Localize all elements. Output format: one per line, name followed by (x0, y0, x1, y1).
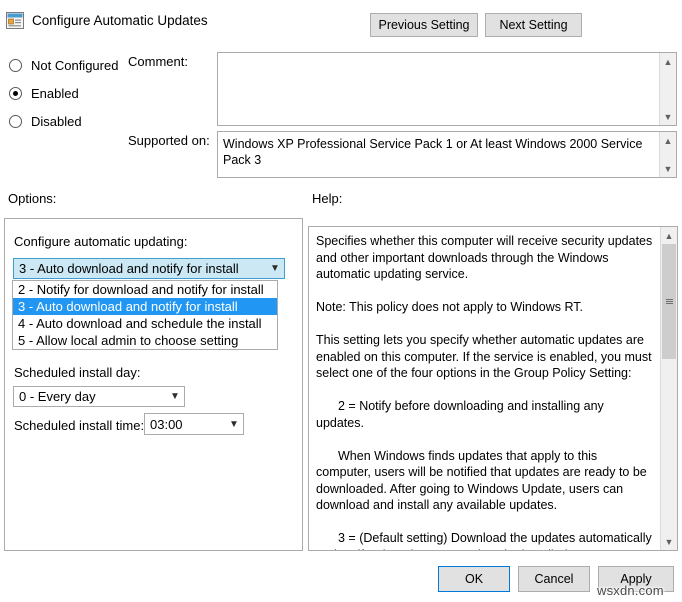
configure-updating-combobox[interactable]: 3 - Auto download and notify for install… (13, 258, 285, 279)
supported-on-label: Supported on: (128, 133, 210, 148)
radio-not-configured[interactable]: Not Configured (9, 58, 118, 73)
dropdown-item-2[interactable]: 4 - Auto download and schedule the insta… (13, 315, 277, 332)
scheduled-install-time-combobox[interactable]: 03:00 ▼ (144, 413, 244, 435)
help-scroll-thumb[interactable] (662, 244, 676, 359)
window-title: Configure Automatic Updates (32, 12, 208, 28)
scroll-grip-icon (665, 298, 673, 305)
help-paragraph-2: This setting lets you specify whether au… (316, 333, 652, 380)
next-setting-button[interactable]: Next Setting (485, 13, 582, 37)
cancel-button[interactable]: Cancel (518, 566, 590, 592)
options-panel: Configure automatic updating: 3 - Auto d… (4, 218, 303, 551)
site-watermark: wsxdn.com (597, 583, 664, 598)
comment-textbox[interactable]: ▲ ▼ (217, 52, 677, 126)
supported-on-scrollbar[interactable]: ▲ ▼ (659, 132, 676, 177)
help-panel: Specifies whether this computer will rec… (308, 226, 678, 551)
window-titlebar: Configure Automatic Updates (0, 8, 208, 32)
comment-scroll-down-icon[interactable]: ▼ (660, 108, 676, 125)
radio-mark-enabled (9, 87, 22, 100)
radio-label-not-configured: Not Configured (31, 58, 119, 73)
help-scroll-up-icon[interactable]: ▲ (661, 227, 677, 244)
supported-scroll-up-icon[interactable]: ▲ (660, 132, 676, 149)
help-scroll-track[interactable] (661, 244, 677, 533)
comment-scrollbar[interactable]: ▲ ▼ (659, 53, 676, 125)
help-scroll-down-icon[interactable]: ▼ (661, 533, 677, 550)
dropdown-item-3[interactable]: 5 - Allow local admin to choose setting (13, 332, 277, 349)
help-paragraph-4: When Windows finds updates that apply to… (316, 448, 647, 513)
help-scrollbar[interactable]: ▲ ▼ (660, 227, 677, 550)
comment-input[interactable] (218, 53, 659, 125)
help-paragraph-5: 3 = (Default setting) Download the updat… (316, 531, 652, 550)
options-section-label: Options: (8, 191, 57, 206)
policy-setting-icon (6, 11, 24, 29)
chevron-down-icon-time[interactable]: ▼ (225, 419, 243, 430)
previous-setting-button[interactable]: Previous Setting (370, 13, 478, 37)
chevron-down-icon[interactable]: ▼ (266, 263, 284, 274)
configure-updating-label: Configure automatic updating: (14, 234, 188, 249)
radio-label-enabled: Enabled (31, 86, 79, 101)
dropdown-item-0[interactable]: 2 - Notify for download and notify for i… (13, 281, 277, 298)
supported-on-value: Windows XP Professional Service Pack 1 o… (223, 137, 643, 167)
chevron-down-icon-day[interactable]: ▼ (166, 391, 184, 402)
supported-scroll-track[interactable] (660, 149, 676, 160)
help-text: Specifies whether this computer will rec… (309, 227, 660, 550)
scheduled-install-time-label: Scheduled install time: (14, 418, 145, 433)
comment-label: Comment: (128, 54, 188, 69)
help-paragraph-3: 2 = Notify before downloading and instal… (316, 399, 604, 430)
scheduled-install-day-label: Scheduled install day: (14, 365, 141, 380)
radio-label-disabled: Disabled (31, 114, 82, 129)
help-section-label: Help: (312, 191, 343, 206)
radio-disabled[interactable]: Disabled (9, 114, 82, 129)
radio-mark-disabled (9, 115, 22, 128)
configure-updating-dropdown[interactable]: 2 - Notify for download and notify for i… (12, 280, 278, 350)
ok-button[interactable]: OK (438, 566, 510, 592)
scheduled-install-day-value: 0 - Every day (19, 389, 96, 404)
comment-scroll-up-icon[interactable]: ▲ (660, 53, 676, 70)
comment-scroll-track[interactable] (660, 70, 676, 108)
supported-on-textbox[interactable]: Windows XP Professional Service Pack 1 o… (217, 131, 677, 178)
help-paragraph-0: Specifies whether this computer will rec… (316, 234, 653, 281)
radio-enabled[interactable]: Enabled (9, 86, 79, 101)
configure-updating-value: 3 - Auto download and notify for install (19, 261, 239, 276)
dropdown-item-1[interactable]: 3 - Auto download and notify for install (13, 298, 277, 315)
scheduled-install-day-combobox[interactable]: 0 - Every day ▼ (13, 386, 185, 407)
help-paragraph-1: Note: This policy does not apply to Wind… (316, 300, 584, 314)
radio-mark-not-configured (9, 59, 22, 72)
scheduled-install-time-value: 03:00 (150, 416, 183, 432)
supported-scroll-down-icon[interactable]: ▼ (660, 160, 676, 177)
